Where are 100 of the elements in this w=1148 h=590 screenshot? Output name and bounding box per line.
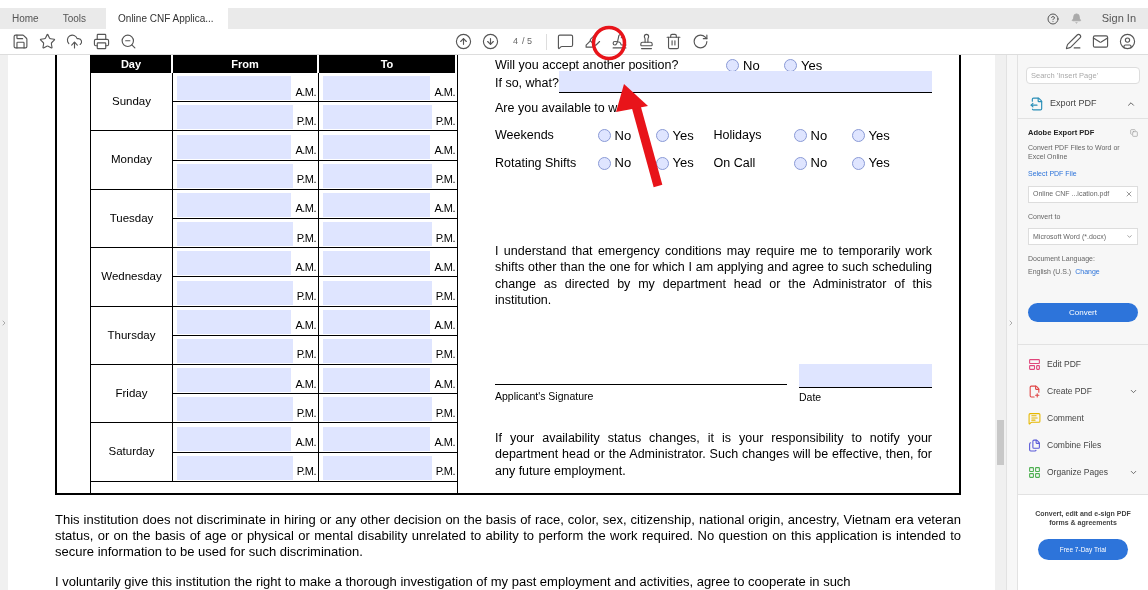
cloud-upload-icon[interactable] [66,33,83,50]
radio-button[interactable] [793,129,807,142]
bell-icon[interactable] [1070,13,1082,24]
tab[interactable]: Online CNF Applica... [106,8,229,29]
tool-item[interactable]: Create PDF [1018,378,1148,406]
time-input-field[interactable] [323,368,431,393]
tool-item[interactable]: Comment [1018,405,1148,433]
time-input-field[interactable] [323,193,431,217]
time-input-field[interactable] [323,76,431,101]
column-header: Day [91,55,173,73]
close-icon[interactable] [1125,190,1133,199]
time-input-field[interactable] [323,105,432,130]
notice-paragraph: This institution does not discriminate in hiring or any other decision on the basis of race, color, sex, citizenship, national origin, ancestry, Vietnam era veteran status, or on the basis of age or physical or mental disability unrelated to ability to perform the work required. No question on this application is intended to secure information to be used for such discrimination. [55,512,961,560]
time-period-label: A.M. [295,435,316,451]
radio-button[interactable] [793,156,807,170]
arrow-down-icon[interactable] [482,33,499,50]
availability-label: Holidays [713,127,763,145]
option-label: Yes [801,56,823,75]
day-cell: Thursday [91,306,173,364]
page-total: / 5 [522,34,533,48]
time-period-label: A.M. [295,376,316,392]
trash-icon[interactable] [665,33,683,50]
radio-button[interactable] [597,129,611,142]
time-input-field[interactable] [177,426,292,451]
time-input-field[interactable] [323,455,432,480]
file-plus-icon [1028,385,1041,399]
time-period-label: P.M. [296,289,316,305]
time-input-field[interactable] [323,309,431,334]
stamp-icon[interactable] [638,33,656,50]
time-input-field[interactable] [177,338,293,363]
scrollbar[interactable] [995,55,1006,590]
time-period-label: A.M. [295,84,316,100]
time-period-label: P.M. [296,113,316,129]
tool-item[interactable]: Combine Files [1018,432,1148,460]
tool-item[interactable]: Edit PDF [1018,351,1148,379]
mail-icon[interactable] [1092,33,1109,50]
date-input-field[interactable] [799,363,932,388]
expand-icon[interactable] [1007,318,1015,327]
option-label: No [810,154,828,173]
layout-icon [1028,358,1041,372]
column-header: To [319,55,457,73]
time-input-field[interactable] [323,426,431,451]
radio-button[interactable] [655,129,669,142]
time-period-label: P.M. [435,230,455,246]
time-input-field[interactable] [323,134,431,159]
time-input-field[interactable] [177,163,293,188]
time-input-field[interactable] [177,397,293,422]
time-input-field[interactable] [323,163,432,188]
text-input-field[interactable] [558,71,932,93]
time-input-field[interactable] [177,134,292,159]
user-icon[interactable] [1119,33,1136,50]
time-period-label: P.M. [435,464,455,480]
time-period-label: A.M. [434,259,455,275]
time-input-field[interactable] [177,76,292,101]
time-period-label: P.M. [435,405,455,421]
tab[interactable]: Home [0,8,51,29]
sign-in-link[interactable]: Sign In [1101,10,1136,27]
comment-icon[interactable] [557,33,575,50]
time-period-label: P.M. [435,347,455,363]
radio-button[interactable] [851,156,865,170]
arrow-up-icon[interactable] [455,33,472,50]
time-input-field[interactable] [177,222,293,247]
time-input-field[interactable] [177,193,292,217]
time-input-field[interactable] [177,280,293,305]
tool-item[interactable]: Organize Pages [1018,459,1148,487]
print-icon[interactable] [93,33,110,50]
speech-bubble-icon [1028,412,1041,426]
availability-label: Weekends [495,127,555,145]
time-period-label: A.M. [434,143,455,159]
time-input-field[interactable] [323,251,431,276]
time-period-label: A.M. [295,143,316,159]
time-input-field[interactable] [323,338,432,363]
radio-button[interactable] [851,129,865,142]
time-input-field[interactable] [177,309,292,334]
highlighter-icon[interactable] [584,33,602,50]
copy-icon[interactable] [1130,128,1138,137]
convert-button[interactable]: Convert [1028,303,1138,323]
time-input-field[interactable] [323,222,432,247]
time-input-field[interactable] [177,251,292,276]
option-label: Yes [868,126,890,145]
time-input-field[interactable] [323,280,432,305]
radio-button[interactable] [597,156,611,170]
export-pdf-header[interactable]: Export PDF [1018,89,1148,119]
tab[interactable]: Tools [50,8,99,29]
option-label: Yes [672,154,694,173]
time-input-field[interactable] [323,397,432,422]
expand-icon[interactable] [0,318,8,327]
star-icon[interactable] [39,33,56,50]
time-input-field[interactable] [177,455,293,480]
zoom-out-icon[interactable] [120,33,137,50]
signature-icon[interactable] [611,33,629,50]
page-number-field[interactable]: 4 [513,34,518,49]
question-text: Are you available to w [495,100,619,117]
time-input-field[interactable] [177,105,293,130]
pen-icon[interactable] [1065,33,1082,50]
rotate-icon[interactable] [692,33,710,50]
save-icon[interactable] [12,33,29,50]
help-icon[interactable] [1046,12,1059,25]
time-input-field[interactable] [177,368,292,393]
day-cell: Sunday [91,73,173,131]
